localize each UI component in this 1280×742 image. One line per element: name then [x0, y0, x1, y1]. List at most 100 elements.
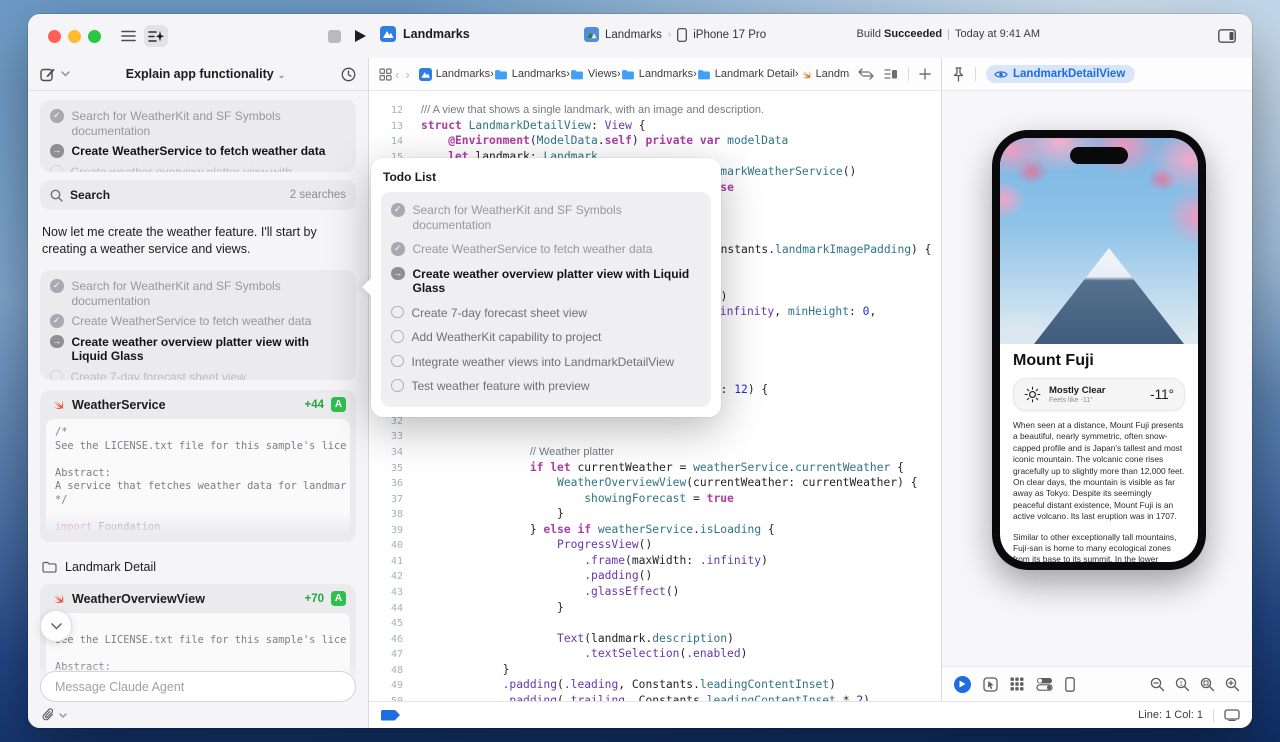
run-button[interactable]: [348, 25, 372, 47]
line-number[interactable]: 47: [369, 647, 403, 663]
coding-assistant-button[interactable]: [144, 25, 168, 47]
preview-area[interactable]: Mount Fuji Mostly Clear Feels like -1: [942, 90, 1252, 667]
line-number[interactable]: 40: [369, 538, 403, 554]
pinned-preview-pill[interactable]: LandmarkDetailView: [986, 65, 1135, 83]
breadcrumb-item[interactable]: Views: [570, 68, 617, 80]
todo-item-pending[interactable]: Add WeatherKit capability to project: [391, 330, 701, 345]
line-number[interactable]: 14: [369, 134, 403, 150]
line-number[interactable]: 13: [369, 119, 403, 135]
preview-play-button[interactable]: [954, 676, 971, 693]
code-line[interactable]: 46Text(landmark.description): [369, 632, 941, 648]
code-line[interactable]: 48}: [369, 663, 941, 679]
close-window-button[interactable]: [48, 30, 61, 43]
line-number[interactable]: 38: [369, 507, 403, 523]
line-number[interactable]: 45: [369, 616, 403, 632]
code-line[interactable]: 44}: [369, 601, 941, 617]
todo-preview-card[interactable]: ✓Search for WeatherKit and SF Symbols do…: [40, 100, 356, 172]
zoom-out-button[interactable]: [1150, 677, 1165, 692]
code-line[interactable]: 12/// A view that shows a single landmar…: [369, 103, 941, 119]
device-phone-button[interactable]: [1065, 677, 1075, 692]
go-back-button[interactable]: ‹: [395, 67, 399, 82]
go-forward-button[interactable]: ›: [405, 67, 409, 82]
todo-item-pending[interactable]: Create 7-day forecast sheet view: [391, 306, 701, 321]
line-number[interactable]: 37: [369, 492, 403, 508]
todo-item-done[interactable]: ✓Search for WeatherKit and SF Symbols do…: [50, 279, 346, 308]
scroll-to-bottom-button[interactable]: [40, 610, 72, 642]
variants-grid-button[interactable]: [1010, 677, 1024, 691]
line-number[interactable]: 35: [369, 461, 403, 477]
todo-item-pending[interactable]: Integrate weather views into LandmarkDet…: [391, 355, 701, 370]
stop-agent-button[interactable]: [322, 25, 346, 47]
search-summary-row[interactable]: Search 2 searches: [40, 180, 356, 210]
line-number[interactable]: 39: [369, 523, 403, 539]
todo-item-pending[interactable]: Create 7-day forecast sheet view: [50, 370, 346, 381]
code-line[interactable]: 36WeatherOverviewView(currentWeather: cu…: [369, 476, 941, 492]
weather-platter[interactable]: Mostly Clear Feels like -11° -11°: [1013, 378, 1185, 411]
code-line[interactable]: 13struct LandmarkDetailView: View {: [369, 119, 941, 135]
line-number[interactable]: 43: [369, 585, 403, 601]
minimize-window-button[interactable]: [68, 30, 81, 43]
code-line[interactable]: 47.textSelection(.enabled): [369, 647, 941, 663]
zoom-window-button[interactable]: [88, 30, 101, 43]
conversation-title[interactable]: Explain app functionality⌄: [70, 67, 341, 81]
line-number[interactable]: 46: [369, 632, 403, 648]
line-number[interactable]: 34: [369, 445, 403, 461]
line-number[interactable]: 49: [369, 678, 403, 694]
todo-item-done[interactable]: ✓Search for WeatherKit and SF Symbols do…: [391, 203, 701, 232]
line-number[interactable]: 41: [369, 554, 403, 570]
breadcrumb-item[interactable]: Landmark Detail: [697, 68, 795, 80]
run-destination[interactable]: Landmarks › iPhone 17 Pro: [584, 27, 766, 42]
todo-item-current[interactable]: →Create weather overview platter view wi…: [391, 267, 701, 296]
code-review-arrows-icon[interactable]: [858, 68, 874, 80]
code-line[interactable]: 45: [369, 616, 941, 632]
breadcrumb-item[interactable]: Landmarks: [419, 68, 490, 81]
pin-preview-icon[interactable]: [952, 67, 965, 82]
line-number[interactable]: 50: [369, 694, 403, 701]
controls-toggle-button[interactable]: [1036, 677, 1053, 691]
build-status[interactable]: Build Succeeded|Today at 9:41 AM: [857, 28, 1040, 40]
code-line[interactable]: 38}: [369, 507, 941, 523]
code-line[interactable]: 42.padding(): [369, 569, 941, 585]
todo-item-pending[interactable]: Create weather overview platter view wit…: [50, 165, 346, 173]
new-conversation-chevron-icon[interactable]: [61, 71, 70, 77]
todo-item-done[interactable]: ✓Search for WeatherKit and SF Symbols do…: [50, 109, 346, 138]
breakpoint-tag-icon[interactable]: [381, 710, 400, 721]
project-name[interactable]: Landmarks: [380, 26, 470, 42]
code-line[interactable]: 40ProgressView(): [369, 538, 941, 554]
code-line[interactable]: 14@Environment(ModelData.self) private v…: [369, 134, 941, 150]
line-number[interactable]: 48: [369, 663, 403, 679]
attachment-chevron-icon[interactable]: [59, 713, 67, 718]
breadcrumb-item[interactable]: Landmarks: [494, 68, 566, 80]
related-items-icon[interactable]: [379, 68, 392, 81]
message-input[interactable]: [40, 671, 356, 702]
code-line[interactable]: 43.glassEffect(): [369, 585, 941, 601]
code-line[interactable]: 39} else if weatherService.isLoading {: [369, 523, 941, 539]
agent-sessions-list-button[interactable]: [116, 25, 140, 47]
line-number[interactable]: 42: [369, 569, 403, 585]
attachment-paperclip-icon[interactable]: [42, 708, 55, 722]
todo-item-current[interactable]: →Create WeatherService to fetch weather …: [50, 144, 346, 159]
file-group-row[interactable]: Landmark Detail: [42, 560, 354, 574]
zoom-actual-button[interactable]: 1: [1175, 677, 1190, 692]
display-settings-icon[interactable]: [1224, 709, 1240, 721]
breadcrumb-item[interactable]: Landmarks: [621, 68, 693, 80]
editor-layout-button[interactable]: [1214, 25, 1240, 47]
code-line[interactable]: 50.padding(.trailing, Constants.leadingC…: [369, 694, 941, 701]
zoom-fit-button[interactable]: [1200, 677, 1215, 692]
todo-list-card[interactable]: ✓Search for WeatherKit and SF Symbols do…: [40, 270, 356, 380]
code-line[interactable]: 37showingForecast = true: [369, 492, 941, 508]
code-line[interactable]: 33: [369, 429, 941, 445]
code-line[interactable]: 49.padding(.leading, Constants.leadingCo…: [369, 678, 941, 694]
conversation-scroll[interactable]: ✓Search for WeatherKit and SF Symbols do…: [28, 90, 368, 728]
select-mode-button[interactable]: [983, 677, 998, 692]
file-card-weatherservice[interactable]: WeatherService +44 A /*See the LICENSE.t…: [40, 390, 356, 542]
line-number[interactable]: 44: [369, 601, 403, 617]
todo-item-pending[interactable]: Test weather feature with preview: [391, 379, 701, 394]
todo-item-done[interactable]: ✓Create WeatherService to fetch weather …: [50, 314, 346, 329]
zoom-in-button[interactable]: [1225, 677, 1240, 692]
add-editor-icon[interactable]: [919, 68, 931, 80]
minimap-icon[interactable]: [884, 68, 898, 80]
line-number[interactable]: 36: [369, 476, 403, 492]
code-line[interactable]: 35if let currentWeather = weatherService…: [369, 461, 941, 477]
iphone-preview-device[interactable]: Mount Fuji Mostly Clear Feels like -1: [992, 130, 1206, 570]
